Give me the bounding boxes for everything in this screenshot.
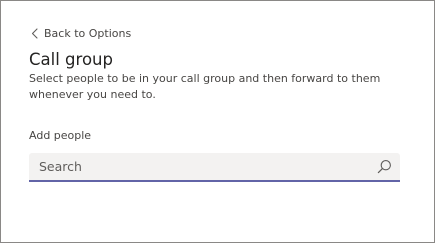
add-people-label: Add people [29, 129, 92, 142]
search-field[interactable] [29, 153, 400, 182]
call-group-panel: Back to Options Call group Select people… [0, 0, 435, 243]
back-link-label: Back to Options [44, 26, 132, 40]
page-title: Call group [29, 50, 113, 69]
search-icon[interactable] [377, 159, 392, 174]
chevron-left-icon [29, 27, 39, 39]
page-description: Select people to be in your call group a… [29, 72, 381, 101]
back-to-options-link[interactable]: Back to Options [29, 25, 131, 41]
search-input[interactable] [29, 153, 359, 180]
